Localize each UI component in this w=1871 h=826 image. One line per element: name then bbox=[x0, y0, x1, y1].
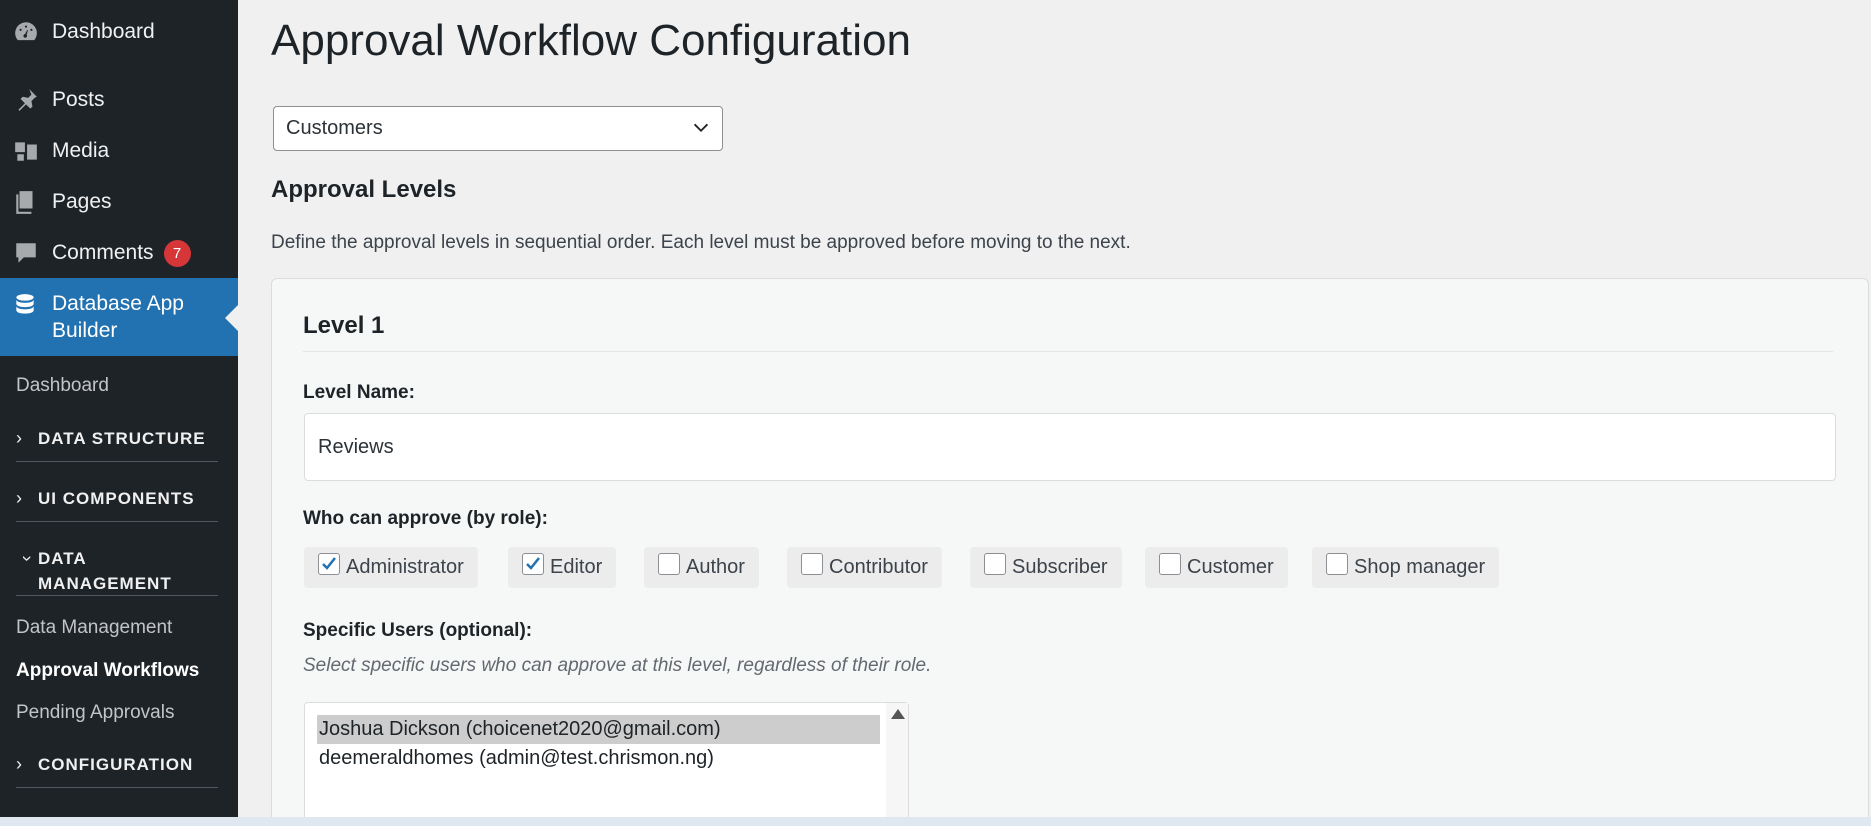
group-data-management[interactable]: › DATA MANAGEMENT bbox=[16, 546, 218, 596]
taskbar-edge bbox=[0, 817, 1871, 826]
role-label: Editor bbox=[550, 556, 603, 578]
main-content: Approval Workflow Configuration Customer… bbox=[238, 0, 1871, 826]
menu-item-label: Media bbox=[52, 139, 110, 162]
level-name-label: Level Name: bbox=[303, 382, 415, 403]
checkbox[interactable] bbox=[984, 552, 1006, 575]
dashboard-icon bbox=[12, 18, 40, 46]
roles-label: Who can approve (by role): bbox=[303, 508, 548, 529]
scroll-up-arrow-icon[interactable] bbox=[891, 709, 905, 719]
chevron-right-icon: › bbox=[16, 488, 22, 508]
menu-item-media[interactable]: Media bbox=[0, 131, 238, 171]
user-option[interactable]: deemeraldhomes (admin@test.chrismon.ng) bbox=[317, 744, 880, 773]
comments-icon bbox=[12, 239, 40, 267]
checkbox[interactable] bbox=[658, 552, 680, 575]
menu-item-label: Dashboard bbox=[52, 20, 155, 43]
menu-item-label: Comments bbox=[52, 241, 154, 264]
group-data-structure[interactable]: › DATA STRUCTURE bbox=[16, 426, 218, 462]
specific-users-hint: Select specific users who can approve at… bbox=[303, 655, 932, 676]
media-icon bbox=[12, 137, 40, 165]
checkbox-checked[interactable] bbox=[318, 552, 340, 575]
group-label: DATA MANAGEMENT bbox=[38, 549, 172, 593]
role-administrator[interactable]: Administrator bbox=[304, 547, 478, 588]
menu-item-database-app-builder[interactable]: Database App Builder bbox=[0, 278, 238, 356]
specific-users-label: Specific Users (optional): bbox=[303, 620, 533, 641]
role-author[interactable]: Author bbox=[644, 547, 759, 588]
divider bbox=[303, 351, 1833, 352]
table-select[interactable]: Customers bbox=[273, 106, 723, 151]
group-configuration[interactable]: › CONFIGURATION bbox=[16, 752, 218, 788]
menu-item-label: Database App Builder bbox=[52, 292, 184, 342]
checkbox-checked[interactable] bbox=[522, 552, 544, 575]
menu-item-pages[interactable]: Pages bbox=[0, 182, 238, 222]
checkbox[interactable] bbox=[801, 552, 823, 575]
page-title: Approval Workflow Configuration bbox=[271, 16, 911, 65]
role-customer[interactable]: Customer bbox=[1145, 547, 1288, 588]
specific-users-listbox[interactable]: Joshua Dickson (choicenet2020@gmail.com)… bbox=[304, 702, 909, 822]
database-icon bbox=[12, 292, 40, 320]
menu-item-posts[interactable]: Posts bbox=[0, 80, 238, 120]
checkbox[interactable] bbox=[1326, 552, 1348, 575]
listbox-scrollbar[interactable] bbox=[886, 703, 908, 821]
role-label: Shop manager bbox=[1354, 556, 1486, 578]
menu-item-comments[interactable]: Comments 7 bbox=[0, 233, 238, 273]
role-editor[interactable]: Editor bbox=[508, 547, 617, 588]
section-description: Define the approval levels in sequential… bbox=[271, 232, 1131, 253]
table-select-value: Customers bbox=[286, 117, 383, 139]
group-ui-components[interactable]: › UI COMPONENTS bbox=[16, 486, 218, 522]
role-label: Author bbox=[686, 556, 745, 578]
comments-count-badge: 7 bbox=[163, 239, 191, 267]
admin-sidebar: Dashboard Posts Media Pages Comments 7 D… bbox=[0, 0, 238, 826]
role-contributor[interactable]: Contributor bbox=[787, 547, 942, 588]
role-label: Administrator bbox=[346, 556, 464, 578]
role-label: Contributor bbox=[829, 556, 928, 578]
chevron-down-icon: › bbox=[17, 555, 38, 562]
submenu-dashboard[interactable]: Dashboard bbox=[16, 375, 109, 397]
active-menu-pointer bbox=[225, 305, 238, 331]
submenu-approval-workflows[interactable]: Approval Workflows bbox=[16, 660, 199, 682]
group-label: DATA STRUCTURE bbox=[38, 429, 206, 448]
user-option[interactable]: Joshua Dickson (choicenet2020@gmail.com) bbox=[317, 715, 880, 744]
group-label: UI COMPONENTS bbox=[38, 489, 195, 508]
menu-item-dashboard[interactable]: Dashboard bbox=[0, 12, 238, 52]
menu-item-label: Posts bbox=[52, 88, 105, 111]
role-label: Subscriber bbox=[1012, 556, 1108, 578]
level-title: Level 1 bbox=[303, 312, 385, 339]
chevron-down-icon bbox=[690, 117, 712, 139]
pin-icon bbox=[12, 86, 40, 114]
group-label: CONFIGURATION bbox=[38, 755, 194, 774]
pages-icon bbox=[12, 188, 40, 216]
chevron-right-icon: › bbox=[16, 754, 22, 774]
submenu-pending-approvals[interactable]: Pending Approvals bbox=[16, 702, 174, 724]
checkbox[interactable] bbox=[1159, 552, 1181, 575]
role-label: Customer bbox=[1187, 556, 1274, 578]
role-shop-manager[interactable]: Shop manager bbox=[1312, 547, 1500, 588]
level-name-value: Reviews bbox=[318, 435, 394, 458]
section-title: Approval Levels bbox=[271, 176, 457, 203]
submenu-data-management[interactable]: Data Management bbox=[16, 617, 172, 639]
menu-item-label: Pages bbox=[52, 190, 112, 213]
level-name-input[interactable]: Reviews bbox=[304, 413, 1836, 481]
chevron-right-icon: › bbox=[16, 428, 22, 448]
role-subscriber[interactable]: Subscriber bbox=[970, 547, 1122, 588]
level-card: Level 1 Level Name: Reviews Who can appr… bbox=[271, 278, 1869, 826]
